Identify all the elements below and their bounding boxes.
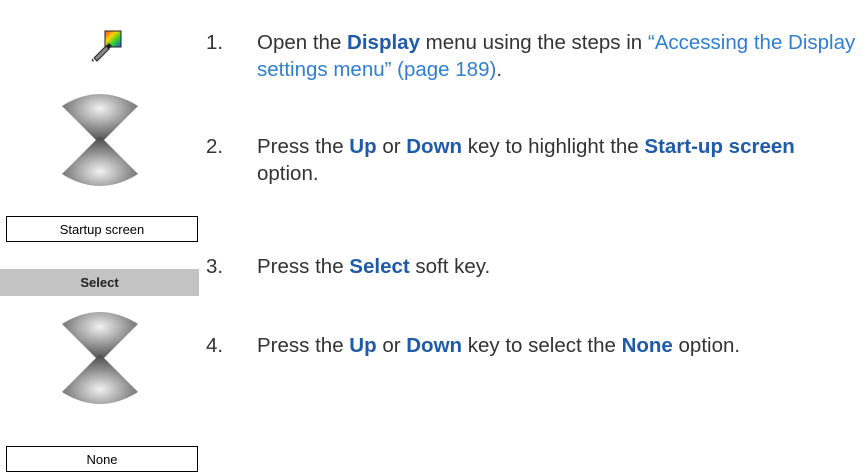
display-settings-icon	[91, 30, 122, 62]
step-3: 3. Press the Select soft key.	[206, 253, 861, 280]
step-text: Open the Display menu using the steps in…	[257, 31, 856, 81]
none-keyword: None	[621, 334, 673, 357]
step-number: 4.	[206, 334, 224, 357]
step-text: Press the Up or Down key to select the N…	[257, 334, 741, 357]
startup-screen-label: Startup screen	[6, 216, 198, 242]
step-number: 1.	[206, 31, 224, 54]
down-key-icon	[62, 355, 138, 404]
down-key-icon	[62, 137, 138, 186]
select-keyword: Select	[349, 255, 410, 278]
up-keyword: Up	[349, 334, 377, 357]
step-text: Press the Select soft key.	[257, 255, 491, 278]
step-4: 4. Press the Up or Down key to select th…	[206, 332, 861, 359]
step-1: 1. Open the Display menu using the steps…	[206, 29, 861, 83]
up-keyword: Up	[349, 135, 377, 158]
select-softkey[interactable]: Select	[0, 269, 199, 296]
step-2: 2. Press the Up or Down key to highlight…	[206, 133, 861, 187]
display-keyword: Display	[347, 31, 420, 54]
step-number: 3.	[206, 255, 224, 278]
step-number: 2.	[206, 135, 224, 158]
none-screen-label: None	[6, 446, 198, 472]
down-keyword: Down	[406, 135, 463, 158]
step-text: Press the Up or Down key to highlight th…	[257, 135, 795, 185]
start-up-screen-keyword: Start-up screen	[644, 135, 795, 158]
down-keyword: Down	[406, 334, 463, 357]
